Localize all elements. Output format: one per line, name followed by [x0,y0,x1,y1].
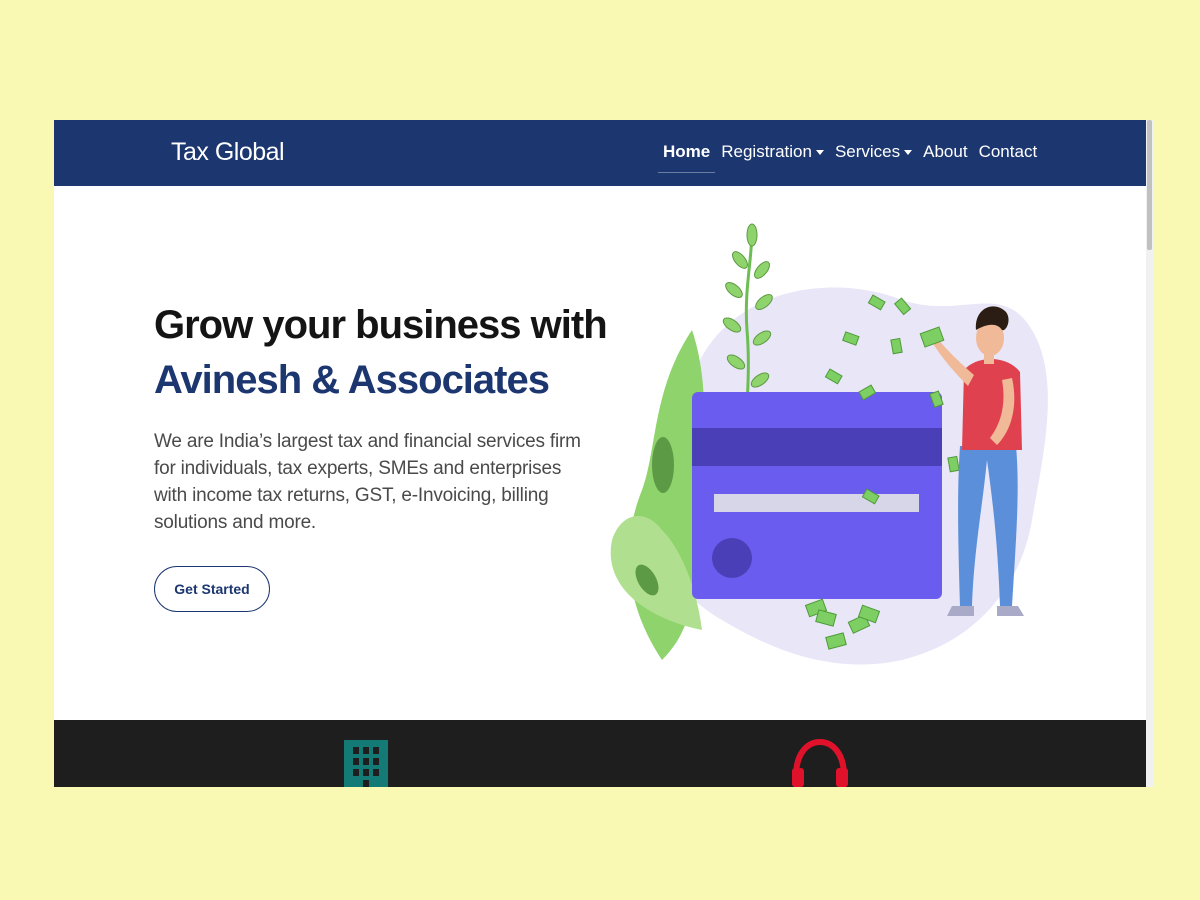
card-signature-strip [714,494,919,512]
hero-description: We are India’s largest tax and financial… [154,431,581,533]
nav-item-home[interactable]: Home [657,142,716,173]
nav-item-label: Services [834,142,901,161]
nav-item-label: Home [663,142,711,161]
nav-item-services[interactable]: Services [834,142,913,162]
browser-viewport: Tax Global Home Registration Services Ab… [54,120,1153,787]
features-band [54,720,1146,787]
leaf-spot [652,437,674,493]
brand-logo[interactable]: Tax Global [171,138,285,167]
scrollbar-thumb[interactable] [1147,120,1152,250]
nav-item-registration[interactable]: Registration [721,142,824,162]
nav-menu: Home Registration Services About Contact [657,142,1048,173]
hero-title: Grow your business with Avinesh & Associ… [154,298,608,408]
vertical-scrollbar[interactable] [1146,120,1153,787]
building-icon [344,740,388,787]
card-stripe [692,428,942,466]
hero-title-line2: Avinesh & Associates [154,358,550,402]
caret-down-icon [815,149,824,155]
get-started-button[interactable]: Get Started [154,566,270,612]
nav-item-contact[interactable]: Contact [979,142,1038,162]
navbar: Tax Global Home Registration Services Ab… [54,120,1146,186]
nav-item-label: Registration [721,142,812,161]
card-chip [712,538,752,578]
nav-item-about[interactable]: About [923,142,967,162]
credit-card-money-illustration [610,223,1048,665]
nav-item-label: About [923,142,968,161]
caret-down-icon [904,149,913,155]
person-neck [984,350,994,364]
hero-title-line1: Grow your business with [154,303,608,347]
headset-icon [792,738,848,787]
nav-item-label: Contact [978,142,1038,161]
